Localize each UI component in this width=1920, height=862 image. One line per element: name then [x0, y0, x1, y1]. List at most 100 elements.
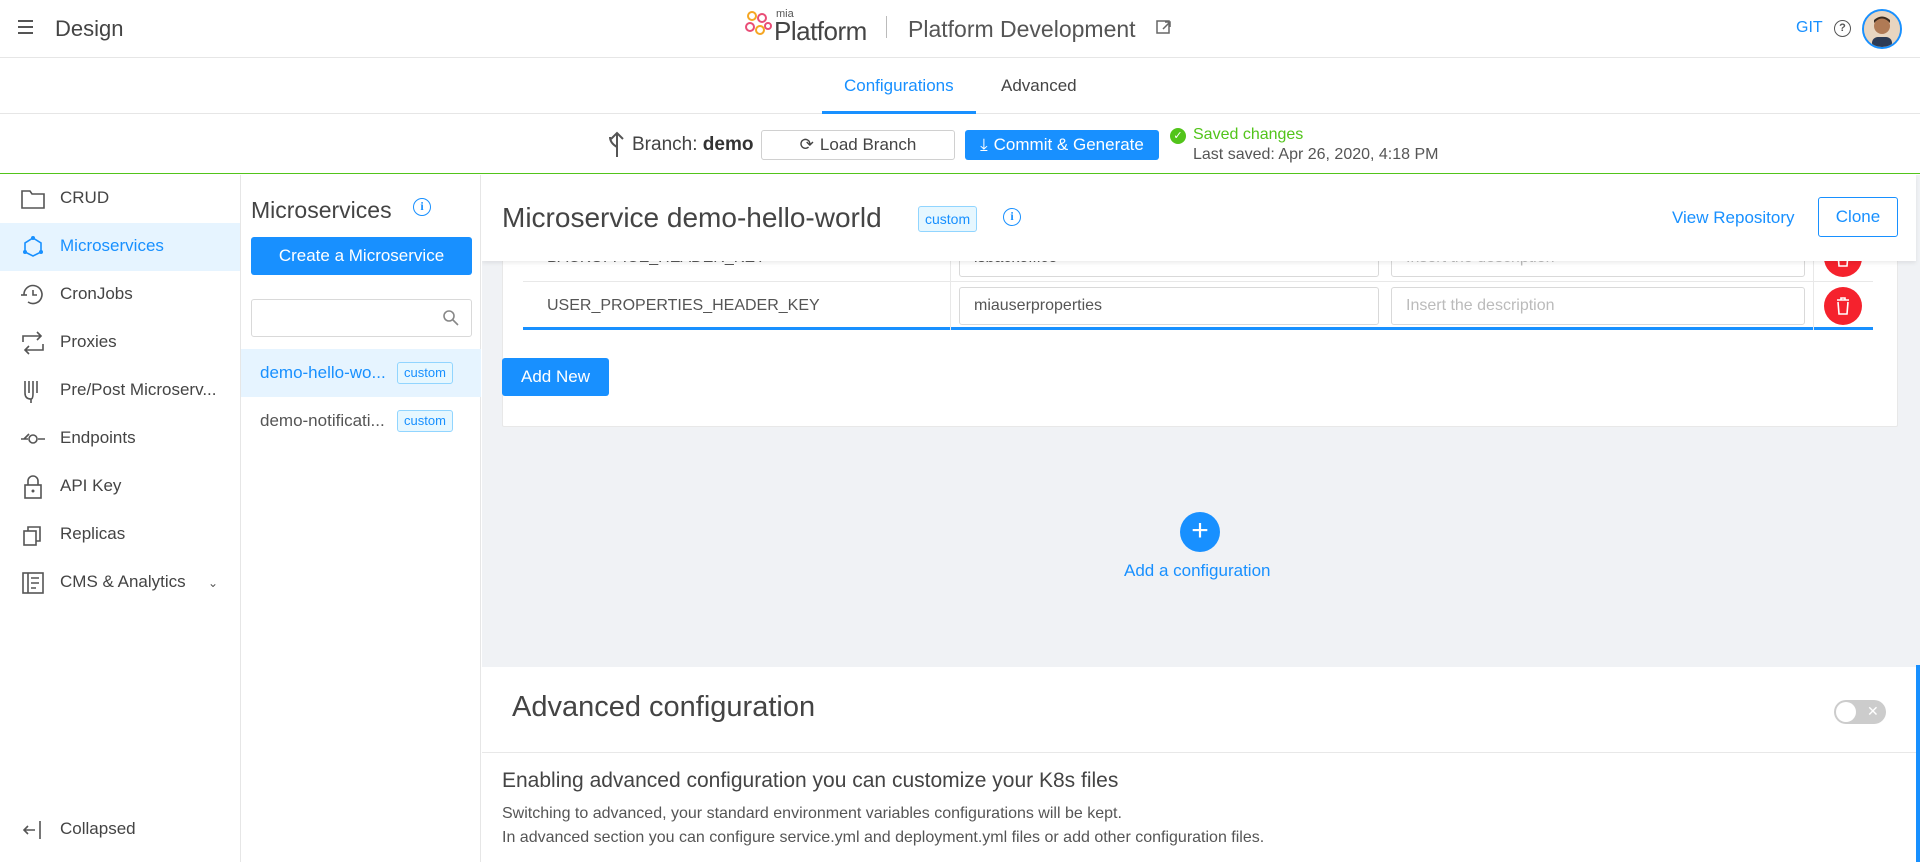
load-branch-label: Load Branch [819, 135, 917, 154]
cronjobs-icon [21, 284, 43, 305]
sidebar-item-label: CMS & Analytics [60, 572, 186, 591]
main-content: Microservice demo-hello-world custom i V… [482, 175, 1920, 862]
add-configuration-link[interactable]: Add a configuration [1124, 561, 1271, 581]
check-circle-icon: ✓ [1170, 128, 1186, 144]
scrollbar[interactable] [1916, 665, 1920, 862]
sidebar-item-label: CronJobs [60, 284, 133, 303]
sidebar-item-proxies[interactable]: Proxies [0, 319, 240, 367]
commit-generate-label: Commit & Generate [993, 135, 1144, 154]
save-status: Saved changes [1193, 126, 1304, 143]
microservice-header: Microservice demo-hello-world custom i V… [482, 175, 1916, 261]
collapse-sidebar-button[interactable]: Collapsed [0, 810, 240, 850]
microservices-title: Microservices [251, 197, 392, 223]
mia-platform-logo[interactable]: mia Platform [744, 6, 874, 52]
trash-icon [1837, 297, 1849, 315]
top-tabs: Configurations Advanced [0, 58, 1920, 114]
search-field[interactable] [251, 299, 472, 337]
proxies-icon [22, 331, 44, 355]
advanced-configuration-card: Advanced configuration ✕ Enabling advanc… [482, 667, 1916, 862]
sidebar-item-label: Pre/Post Microserv... [60, 380, 217, 399]
prepost-icon [24, 381, 38, 403]
close-icon: ✕ [1867, 703, 1879, 719]
sidebar-item-microservices[interactable]: Microservices [0, 223, 240, 271]
delete-cell [1813, 282, 1873, 330]
toggle-knob [1836, 702, 1856, 722]
collapse-icon [22, 821, 41, 839]
sidebar: CRUD Microservices CronJobs Proxies Pre/… [0, 175, 241, 862]
sidebar-item-endpoints[interactable]: Endpoints [0, 415, 240, 463]
create-microservice-button[interactable]: Create a Microservice [251, 237, 472, 275]
custom-tag: custom [397, 362, 453, 384]
sidebar-item-label: API Key [60, 476, 122, 495]
branch-bar: Branch: demo ⟳ Load Branch ⤓ Commit & Gene… [0, 114, 1920, 174]
endpoints-icon [21, 433, 45, 444]
branch-name: demo [702, 134, 754, 155]
cms-icon [22, 572, 44, 594]
download-icon: ⤓ [980, 135, 988, 154]
top-bar: Design mia Platform Platform Development… [0, 0, 1920, 58]
advanced-description-line: In advanced section you can configure se… [502, 829, 1265, 846]
microservice-item[interactable]: demo-hello-wo... custom [241, 349, 481, 397]
avatar[interactable] [1862, 9, 1902, 49]
branch-label-text: Branch: [632, 134, 698, 155]
sidebar-item-crud[interactable]: CRUD [0, 175, 240, 223]
logo-mark-icon [745, 11, 772, 35]
advanced-configuration-title: Advanced configuration [512, 691, 816, 723]
sidebar-item-label: Proxies [60, 332, 117, 351]
env-value-input[interactable]: miauserproperties [959, 287, 1379, 325]
logo-big-text: Platform [774, 16, 867, 46]
chevron-down-icon: ⌄ [208, 576, 219, 590]
lock-icon [24, 475, 42, 499]
add-configuration-icon[interactable]: + [1180, 512, 1220, 552]
refresh-icon: ⟳ [799, 135, 814, 154]
load-branch-button[interactable]: ⟳ Load Branch [761, 130, 955, 160]
search-icon[interactable] [442, 309, 460, 327]
tab-configurations[interactable]: Configurations [844, 76, 954, 96]
info-icon[interactable]: i [413, 198, 431, 216]
folder-icon [21, 190, 45, 209]
replicas-icon [23, 526, 41, 546]
help-icon[interactable]: ? [1834, 20, 1851, 37]
sidebar-item-prepost[interactable]: Pre/Post Microserv... [0, 367, 240, 415]
sidebar-item-replicas[interactable]: Replicas [0, 511, 240, 559]
environment-variables-card: BACKOFFICE_HEADER_KEY isbackoffice Inser… [502, 234, 1898, 427]
table-row: USER_PROPERTIES_HEADER_KEY miauserproper… [523, 282, 1873, 330]
microservices-panel: Microservices i Create a Microservice de… [241, 175, 481, 862]
title-separator [886, 16, 887, 38]
view-repository-link[interactable]: View Repository [1672, 208, 1795, 228]
sidebar-item-label: Endpoints [60, 428, 136, 447]
advanced-description-line: Switching to advanced, your standard env… [502, 805, 1122, 822]
advanced-configuration-header: Advanced configuration ✕ [482, 667, 1916, 753]
sidebar-item-api-key[interactable]: API Key [0, 463, 240, 511]
sidebar-item-cms-analytics[interactable]: CMS & Analytics ⌄ [0, 559, 240, 607]
delete-button[interactable] [1824, 287, 1862, 325]
external-link-icon[interactable] [1156, 20, 1172, 36]
env-key: USER_PROPERTIES_HEADER_KEY [523, 282, 951, 330]
tab-advanced[interactable]: Advanced [1001, 76, 1077, 96]
env-description-input[interactable]: Insert the description [1391, 287, 1805, 325]
custom-tag: custom [397, 410, 453, 432]
user-portrait-icon [1864, 11, 1900, 47]
app-title: Design [55, 16, 124, 41]
menu-icon[interactable] [18, 20, 33, 34]
git-link[interactable]: GIT [1796, 19, 1823, 37]
sidebar-item-label: Replicas [60, 524, 126, 543]
search-input[interactable] [258, 306, 428, 330]
branch-icon [609, 131, 624, 157]
last-saved-timestamp: Last saved: Apr 26, 2020, 4:18 PM [1193, 146, 1439, 163]
microservices-icon [23, 236, 43, 257]
microservice-item[interactable]: demo-notificati... custom [241, 397, 481, 445]
add-new-button[interactable]: Add New [502, 358, 609, 396]
info-icon[interactable]: i [1003, 208, 1021, 226]
commit-generate-button[interactable]: ⤓ Commit & Generate [965, 130, 1159, 160]
microservice-name: demo-notificati... [260, 411, 385, 430]
microservice-name: demo-hello-wo... [260, 363, 386, 382]
custom-tag: custom [918, 206, 978, 232]
clone-button[interactable]: Clone [1818, 197, 1898, 237]
sidebar-item-cronjobs[interactable]: CronJobs [0, 271, 240, 319]
advanced-subtitle: Enabling advanced configuration you can … [502, 769, 1119, 792]
advanced-toggle[interactable]: ✕ [1834, 700, 1886, 724]
sidebar-item-label: CRUD [60, 188, 110, 207]
collapsed-label: Collapsed [60, 819, 136, 838]
project-title: Platform Development [908, 16, 1136, 42]
